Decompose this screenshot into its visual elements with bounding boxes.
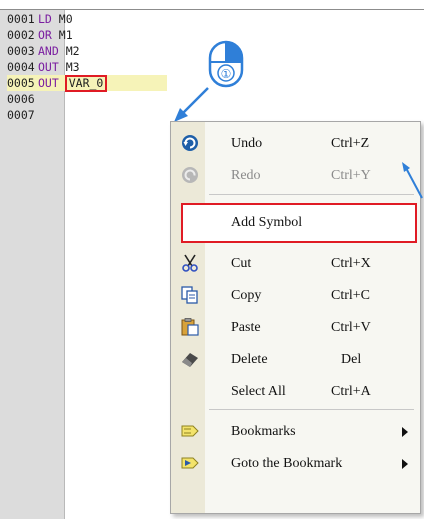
operand: M3 (65, 60, 80, 74)
menu-shortcut: Ctrl+Y (331, 168, 371, 183)
eraser-icon (182, 353, 198, 367)
menu-item-add-symbol[interactable]: Add Symbol (181, 203, 417, 243)
menu-shortcut: Del (341, 352, 362, 367)
menu-label: Redo (231, 168, 261, 183)
code-line[interactable]: 0007 (7, 107, 167, 123)
menu-label: Add Symbol (231, 215, 303, 230)
submenu-arrow-icon (402, 459, 408, 469)
menu-label: Paste (231, 320, 261, 335)
menu-item-cut[interactable]: Cut Ctrl+X (171, 246, 420, 278)
line-number: 0004 (7, 60, 35, 74)
menu-item-select-all[interactable]: Select All Ctrl+A (171, 374, 420, 406)
top-border (0, 0, 424, 10)
instruction: AND (38, 44, 59, 58)
code-line[interactable]: 0002 OR M1 (7, 27, 167, 43)
menu-shortcut: Ctrl+C (331, 288, 371, 303)
submenu-arrow-icon (402, 427, 408, 437)
instruction: LD (38, 12, 52, 26)
instruction: OUT (38, 76, 59, 90)
menu-item-goto-bookmark[interactable]: Goto the Bookmark (171, 446, 420, 478)
undo-icon (182, 135, 198, 151)
menu-separator (209, 194, 414, 195)
line-number: 0003 (7, 44, 35, 58)
menu-label: Goto the Bookmark (231, 456, 343, 471)
code-line-active[interactable]: 0005 OUT VAR_0 (7, 75, 167, 92)
menu-separator (209, 409, 414, 410)
menu-shortcut: Ctrl+X (331, 256, 371, 271)
code-line[interactable]: 0001 LD M0 (7, 11, 167, 27)
instruction: OUT (38, 60, 59, 74)
menu-shortcut: Ctrl+Z (331, 136, 370, 151)
callout-number: ① (221, 67, 232, 81)
pointer-arrow-icon (174, 87, 209, 122)
menu-shortcut: Ctrl+A (331, 384, 371, 399)
line-number: 0001 (7, 12, 35, 26)
menu-shortcut: Ctrl+V (331, 320, 371, 335)
operand: M0 (58, 12, 73, 26)
instruction: OR (38, 28, 52, 42)
menu-item-paste[interactable]: Paste Ctrl+V (171, 310, 420, 342)
menu-label: Undo (231, 136, 263, 151)
menu-label: Copy (231, 288, 262, 303)
line-number: 0002 (7, 28, 35, 42)
menu-item-undo[interactable]: Undo Ctrl+Z (171, 126, 420, 158)
code-line[interactable]: 0004 OUT M3 (7, 59, 167, 75)
code-line[interactable]: 0006 (7, 91, 167, 107)
line-number: 0007 (7, 108, 35, 122)
paste-icon (181, 318, 199, 336)
scissors-icon (182, 254, 198, 272)
bookmark-icon (181, 425, 199, 437)
context-menu: Undo Ctrl+Z Redo Ctrl+Y Add Symbol Cut C… (170, 121, 421, 514)
line-number: 0005 (7, 76, 35, 90)
menu-label: Bookmarks (231, 424, 296, 439)
line-number: 0006 (7, 92, 35, 106)
menu-item-bookmarks[interactable]: Bookmarks (171, 414, 420, 446)
pointer-arrow-icon (402, 162, 423, 199)
menu-label: Select All (231, 384, 286, 399)
goto-bookmark-icon (181, 457, 199, 469)
redo-icon (182, 167, 198, 183)
menu-label: Cut (231, 256, 252, 271)
menu-label: Delete (231, 352, 268, 367)
operand: M1 (58, 28, 73, 42)
copy-icon (181, 286, 198, 304)
menu-item-delete[interactable]: Delete Del (171, 342, 420, 374)
code-lines: 0001 LD M0 0002 OR M1 0003 AND M2 0004 OUT M… (7, 11, 167, 123)
mouse-right-click-callout: ① (208, 40, 244, 90)
selected-variable[interactable]: VAR_0 (64, 75, 108, 92)
menu-item-redo[interactable]: Redo Ctrl+Y (171, 158, 420, 190)
operand: M2 (65, 44, 80, 58)
menu-item-copy[interactable]: Copy Ctrl+C (171, 278, 420, 310)
code-line[interactable]: 0003 AND M2 (7, 43, 167, 59)
